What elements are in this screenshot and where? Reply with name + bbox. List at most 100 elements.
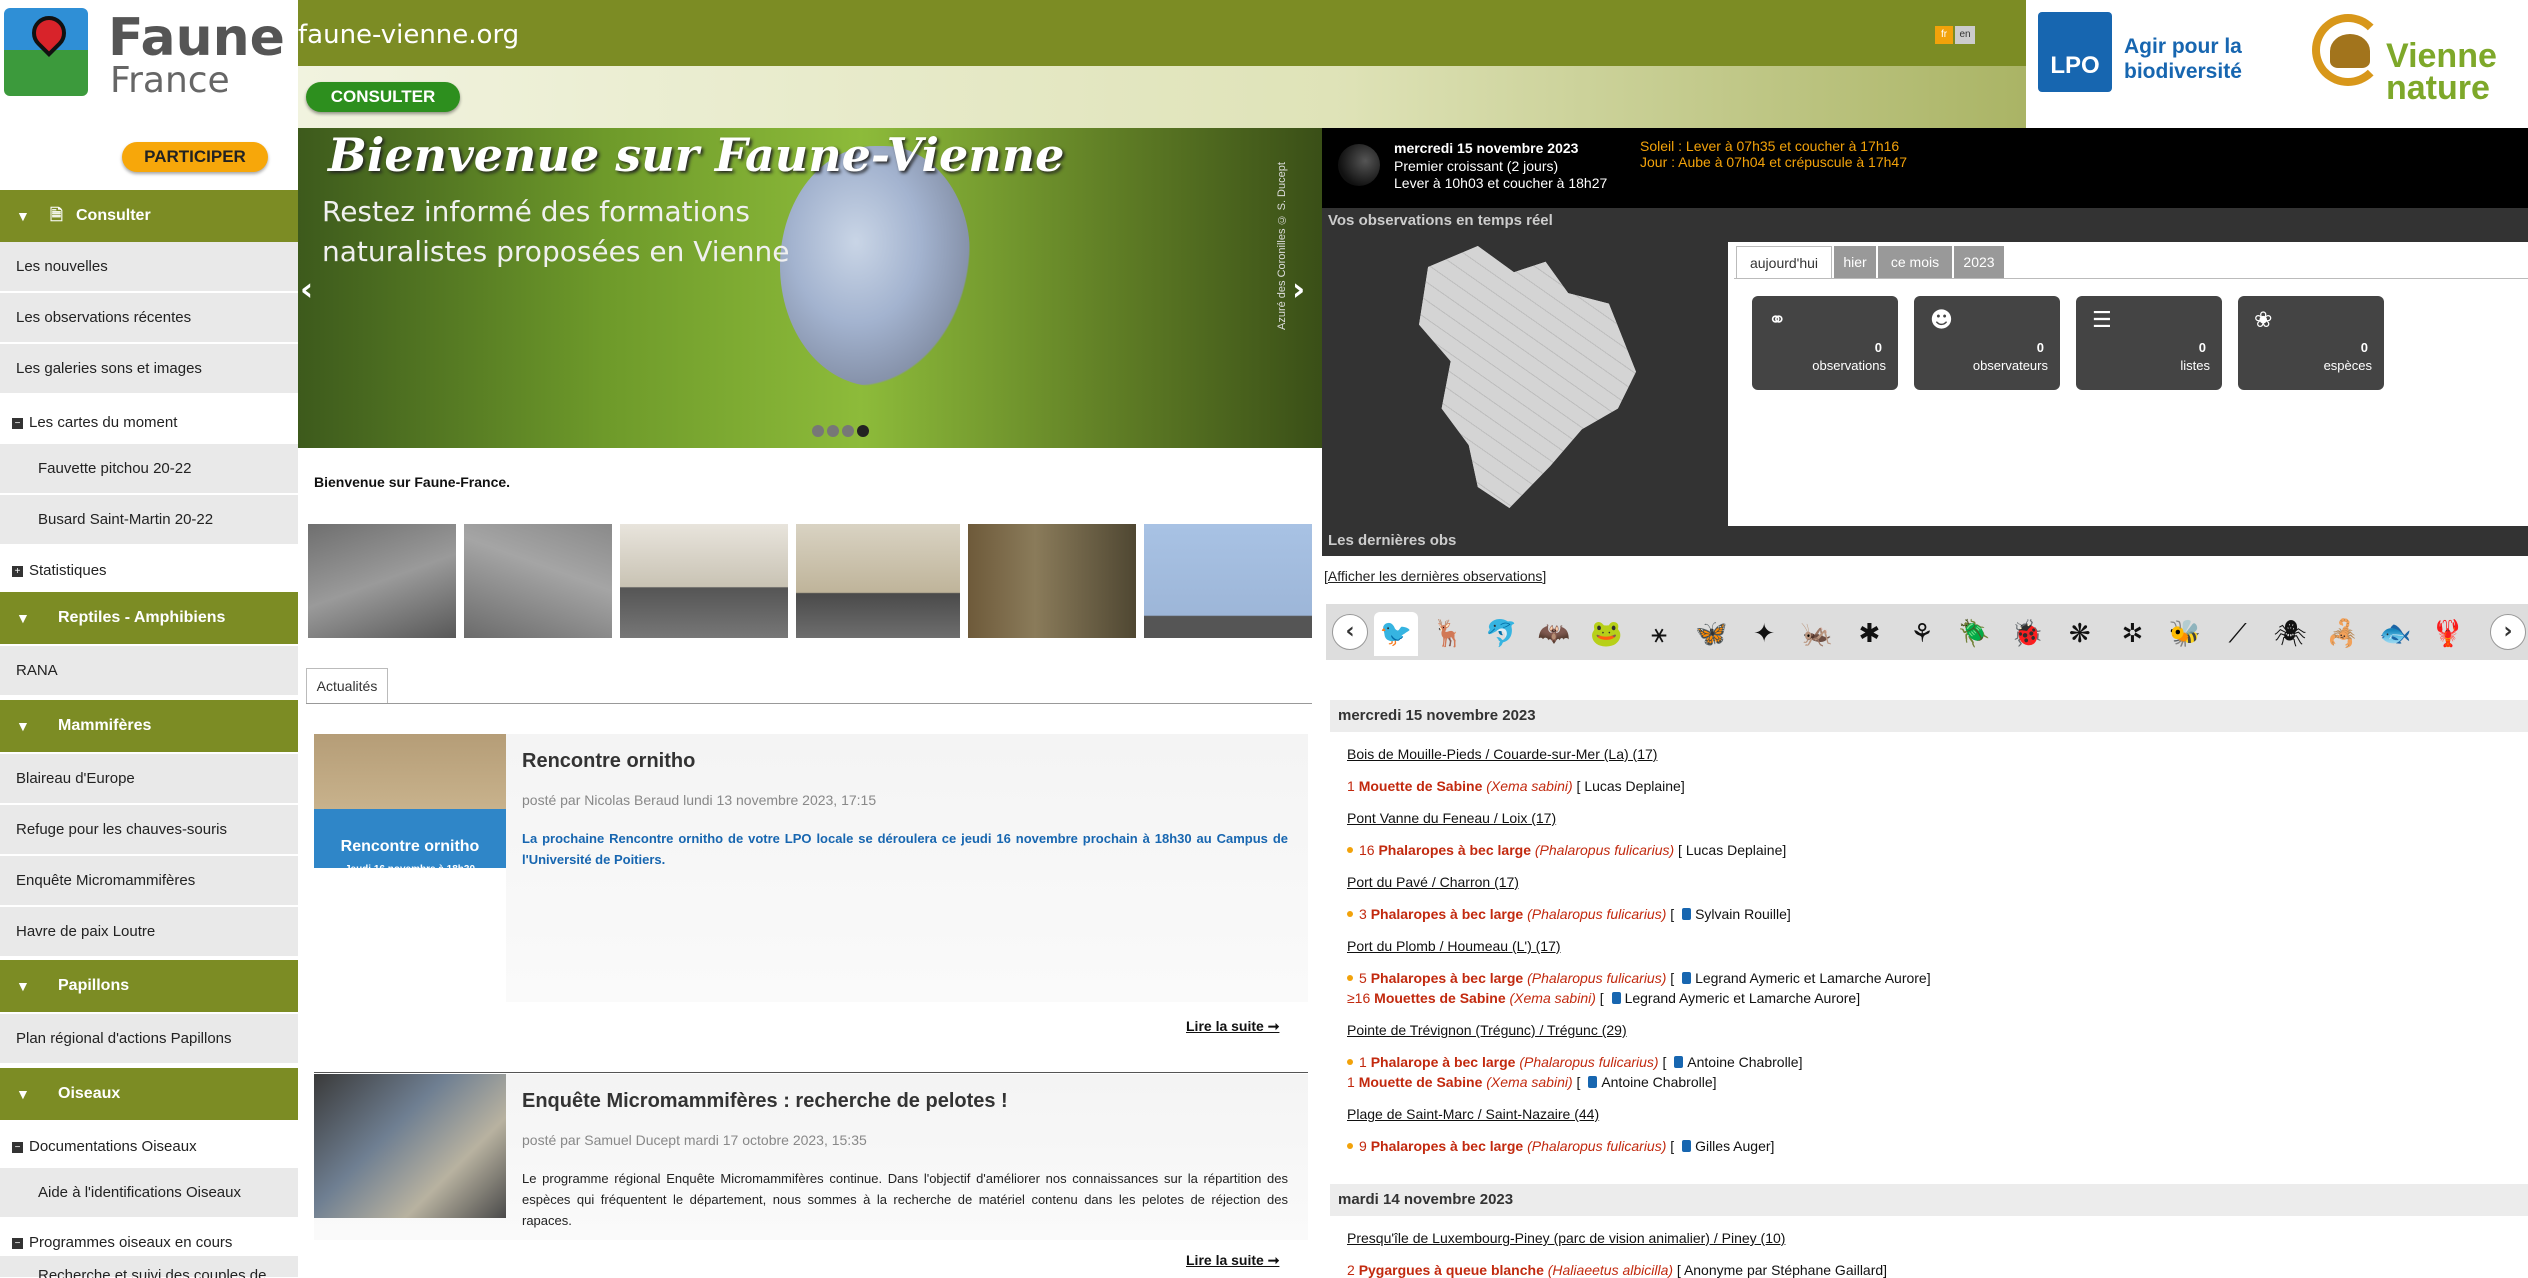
news-title[interactable]: Rencontre ornitho <box>522 750 1282 773</box>
sidebar-item-observations-recentes[interactable]: Les observations récentes <box>0 293 298 343</box>
bug-icon[interactable]: ✲ <box>2110 612 2154 656</box>
photo-icon[interactable] <box>1588 1076 1598 1088</box>
stat-observateurs[interactable]: ☻ 0 observateurs <box>1914 296 2060 390</box>
photo-icon[interactable] <box>1674 1056 1684 1068</box>
taxa-next-icon[interactable]: › <box>2490 614 2526 650</box>
obs-species[interactable]: Mouette de Sabine <box>1359 778 1487 794</box>
tab-ce-mois[interactable]: ce mois <box>1878 246 1952 278</box>
gallery-thumb[interactable] <box>1144 524 1312 638</box>
sidebar-item-micromammiferes[interactable]: Enquête Micromammifères <box>0 856 298 906</box>
dragonfly-icon[interactable]: ⚹ <box>1637 612 1681 656</box>
obs-location-link[interactable]: Plage de Saint-Marc / Saint-Nazaire (44) <box>1347 1106 2247 1122</box>
gallery-thumb[interactable] <box>620 524 788 638</box>
stat-especes[interactable]: ❀ 0 espèces <box>2238 296 2384 390</box>
sidebar-section-oiseaux[interactable]: ▼ Oiseaux <box>0 1068 298 1120</box>
stat-listes[interactable]: ☰ 0 listes <box>2076 296 2222 390</box>
spider-icon[interactable]: 🕷 <box>2268 612 2312 656</box>
sidebar-item-aide-ident[interactable]: Aide à l'identifications Oiseaux <box>0 1168 298 1218</box>
sidebar-item-recherche[interactable]: Recherche et suivi des couples de <box>0 1256 298 1278</box>
obs-location-link[interactable]: Bois de Mouille-Pieds / Couarde-sur-Mer … <box>1347 746 2247 762</box>
vienne-nature-logo[interactable]: Vienne nature <box>2386 39 2528 105</box>
bee-icon[interactable]: 🐝 <box>2163 612 2207 656</box>
obs-species[interactable]: Pygargues à queue blanche <box>1359 1262 1548 1278</box>
sidebar-section-mammiferes[interactable]: ▼ Mammifères <box>0 700 298 752</box>
obs-species[interactable]: Phalaropes à bec large <box>1371 970 1527 986</box>
sidebar-item-statistiques[interactable]: + Statistiques <box>0 546 298 596</box>
bird-icon[interactable]: 🐦 <box>1374 612 1418 656</box>
slider-next-icon[interactable]: › <box>1292 270 1305 308</box>
obs-species[interactable]: Mouette de Sabine <box>1359 1074 1487 1090</box>
bat-icon[interactable]: 🦇 <box>1532 612 1576 656</box>
stat-observations[interactable]: ⚭ 0 observations <box>1752 296 1898 390</box>
crayfish-icon[interactable]: 🦞 <box>2426 612 2470 656</box>
cockroach-icon[interactable]: ❋ <box>2058 612 2102 656</box>
slider-dot[interactable] <box>842 425 854 437</box>
consulter-button[interactable]: CONSULTER <box>306 82 460 112</box>
ladybird-icon[interactable]: 🐞 <box>2005 612 2049 656</box>
obs-species[interactable]: Phalaropes à bec large <box>1378 842 1534 858</box>
lang-fr-button[interactable]: fr <box>1935 26 1953 44</box>
sidebar-item-busard[interactable]: Busard Saint-Martin 20-22 <box>0 495 298 545</box>
sidebar-item-cartes-moment[interactable]: − Les cartes du moment <box>0 398 298 448</box>
news-poster[interactable]: Rencontre ornitho Jeudi 16 novembre à 18… <box>314 734 506 1002</box>
sidebar-item-chauves-souris[interactable]: Refuge pour les chauves-souris <box>0 805 298 855</box>
read-more-link[interactable]: Lire la suite ➞ <box>1186 1018 1306 1035</box>
grasshopper-icon[interactable]: 🦗 <box>1795 612 1839 656</box>
tab-hier[interactable]: hier <box>1834 246 1876 278</box>
tab-aujourdhui[interactable]: aujourd'hui <box>1736 246 1832 278</box>
obs-species[interactable]: Phalarope à bec large <box>1371 1054 1520 1070</box>
obs-location-link[interactable]: Presqu'île de Luxembourg-Piney (parc de … <box>1347 1230 2247 1246</box>
slider-dots[interactable] <box>812 422 892 437</box>
sidebar-item-doc-oiseaux[interactable]: − Documentations Oiseaux <box>0 1122 298 1172</box>
sidebar-item-nouvelles[interactable]: Les nouvelles <box>0 242 298 292</box>
sidebar-item-rana[interactable]: RANA <box>0 646 298 696</box>
photo-icon[interactable] <box>1682 908 1692 920</box>
obs-location-link[interactable]: Pont Vanne du Feneau / Loix (17) <box>1347 810 2247 826</box>
gallery-thumb[interactable] <box>464 524 612 638</box>
scorpion-icon[interactable]: 🦂 <box>2321 612 2365 656</box>
slider-dot[interactable] <box>827 425 839 437</box>
gallery-thumb[interactable] <box>796 524 960 638</box>
sidebar-item-loutre[interactable]: Havre de paix Loutre <box>0 907 298 957</box>
mammal-icon[interactable]: 🦌 <box>1427 612 1471 656</box>
tab-2023[interactable]: 2023 <box>1954 246 2004 278</box>
stick-insect-icon[interactable]: ⟋ <box>2216 612 2260 656</box>
photo-icon[interactable] <box>1682 972 1692 984</box>
sidebar-section-reptiles[interactable]: ▼ Reptiles - Amphibiens <box>0 592 298 644</box>
obs-species[interactable]: Phalaropes à bec large <box>1371 1138 1527 1154</box>
sidebar-item-papillons[interactable]: Plan régional d'actions Papillons <box>0 1014 298 1064</box>
news-title[interactable]: Enquête Micromammifères : recherche de p… <box>522 1090 1282 1113</box>
sidebar-section-papillons[interactable]: ▼ Papillons <box>0 960 298 1012</box>
obs-location-link[interactable]: Pointe de Trévignon (Trégunc) / Trégunc … <box>1347 1022 2247 1038</box>
beetle-icon[interactable]: 🪲 <box>1953 612 1997 656</box>
read-more-link[interactable]: Lire la suite ➞ <box>1186 1252 1306 1269</box>
faune-france-logo[interactable]: Faune France <box>0 0 298 112</box>
gallery-thumb[interactable] <box>308 524 456 638</box>
photo-icon[interactable] <box>1611 992 1621 1004</box>
dolphin-icon[interactable]: 🐬 <box>1479 612 1523 656</box>
mantis-icon[interactable]: ⚘ <box>1900 612 1944 656</box>
sidebar-item-galeries[interactable]: Les galeries sons et images <box>0 344 298 394</box>
photo-icon[interactable] <box>1682 1140 1692 1152</box>
fly-icon[interactable]: ✱ <box>1847 612 1891 656</box>
obs-species[interactable]: Mouettes de Sabine <box>1374 990 1509 1006</box>
show-last-obs-link[interactable]: [Afficher les dernières observations] <box>1324 568 1724 584</box>
sidebar-item-blaireau[interactable]: Blaireau d'Europe <box>0 754 298 804</box>
sidebar-section-consulter[interactable]: ▼ 🗎 Consulter <box>0 190 298 242</box>
participer-button[interactable]: PARTICIPER <box>122 142 268 172</box>
slider-dot[interactable] <box>812 425 824 437</box>
butterfly-icon[interactable]: 🦋 <box>1690 612 1734 656</box>
obs-location-link[interactable]: Port du Plomb / Houmeau (L') (17) <box>1347 938 2247 954</box>
taxa-prev-icon[interactable]: ‹ <box>1332 614 1368 650</box>
frog-icon[interactable]: 🐸 <box>1584 612 1628 656</box>
lpo-logo[interactable]: LPO <box>2038 12 2112 92</box>
lang-en-button[interactable]: en <box>1955 26 1975 44</box>
sidebar-item-fauvette[interactable]: Fauvette pitchou 20-22 <box>0 444 298 494</box>
obs-species[interactable]: Phalaropes à bec large <box>1371 906 1527 922</box>
news-image[interactable] <box>314 1074 506 1218</box>
obs-location-link[interactable]: Port du Pavé / Charron (17) <box>1347 874 2247 890</box>
gallery-thumb[interactable] <box>968 524 1136 638</box>
fish-icon[interactable]: 🐟 <box>2373 612 2417 656</box>
tab-actualites[interactable]: Actualités <box>306 668 388 704</box>
slider-dot[interactable] <box>857 425 869 437</box>
